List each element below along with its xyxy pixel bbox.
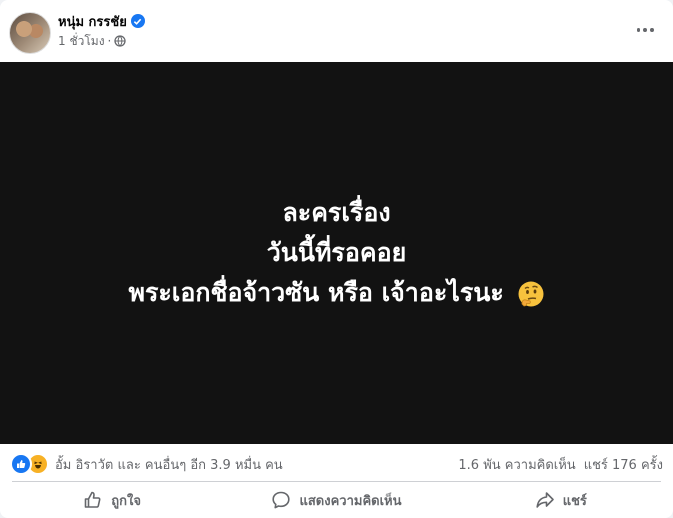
post-meta: 1 ชั่วโมง · [58, 32, 127, 51]
more-dot-icon [636, 28, 641, 32]
like-label: ถูกใจ [111, 493, 142, 509]
verified-badge-icon [130, 14, 145, 28]
thumbs-up-icon [84, 491, 101, 508]
reactions-summary[interactable]: อั้ม อิราวัต และ คนอื่นๆ อีก 3.9 หมื่น ค… [10, 453, 283, 475]
author-avatar[interactable] [9, 12, 51, 54]
share-count[interactable]: แชร์ 176 ครั้ง [584, 454, 663, 475]
post-line-1: ละครเรื่อง [282, 198, 391, 227]
meta-separator: · [107, 34, 112, 48]
more-dot-icon [649, 28, 654, 32]
more-dot-icon [643, 28, 647, 32]
thinking-face-icon [518, 281, 544, 307]
engagement-counts: 1.6 พัน ความคิดเห็น แชร์ 176 ครั้ง [458, 454, 663, 475]
post-card: หนุ่ม กรรชัย 1 ชั่วโมง · ละครเรื่อง วันน… [0, 0, 673, 518]
comment-button[interactable]: แสดงความคิดเห็น [224, 482, 448, 518]
post-timestamp[interactable]: 1 ชั่วโมง [58, 32, 105, 51]
author-name[interactable]: หนุ่ม กรรชัย [58, 11, 127, 32]
action-bar: ถูกใจ แสดงความคิดเห็น แชร์ [0, 482, 673, 518]
engagement-bar: อั้ม อิราวัต และ คนอื่นๆ อีก 3.9 หมื่น ค… [0, 444, 673, 480]
share-label: แชร์ [562, 493, 587, 509]
like-button[interactable]: ถูกใจ [0, 482, 224, 518]
post-line-3-row: พระเอกชื่อจ้าวซัน หรือ เจ้าอะไรนะ [128, 273, 544, 313]
comment-count[interactable]: 1.6 พัน ความคิดเห็น [458, 454, 575, 475]
author-row: หนุ่ม กรรชัย [58, 12, 145, 30]
post-line-2: วันนี้ที่รอคอย [266, 238, 407, 267]
post-header: หนุ่ม กรรชัย 1 ชั่วโมง · [0, 0, 673, 62]
more-options-button[interactable] [635, 20, 655, 40]
comment-label: แสดงความคิดเห็น [299, 493, 402, 509]
comment-bubble-icon [272, 491, 291, 509]
share-arrow-icon [536, 492, 554, 508]
globe-icon [114, 35, 127, 47]
post-text-image[interactable]: ละครเรื่อง วันนี้ที่รอคอย พระเอกชื่อจ้าว… [0, 62, 673, 444]
post-line-3: พระเอกชื่อจ้าวซัน หรือ เจ้าอะไรนะ [128, 278, 504, 307]
like-reaction-icon [10, 453, 32, 475]
reactors-text[interactable]: อั้ม อิราวัต และ คนอื่นๆ อีก 3.9 หมื่น ค… [55, 454, 283, 475]
share-button[interactable]: แชร์ [449, 482, 673, 518]
